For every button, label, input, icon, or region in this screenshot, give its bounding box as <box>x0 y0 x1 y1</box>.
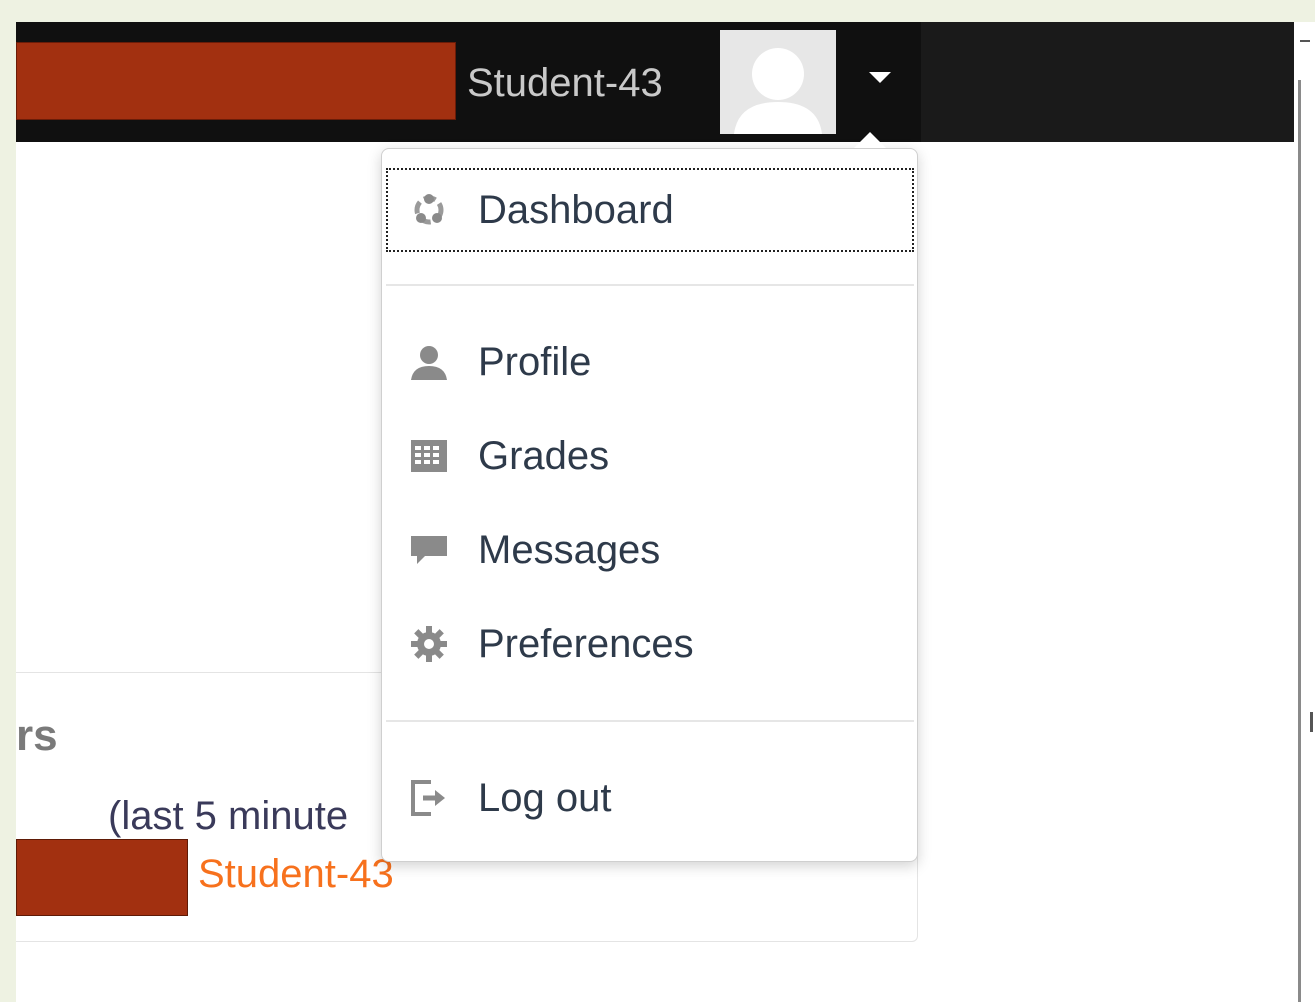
gear-icon <box>408 623 450 665</box>
menu-item-label: Preferences <box>478 621 694 666</box>
menu-divider <box>386 284 914 286</box>
avatar[interactable] <box>720 30 836 134</box>
grades-table-icon <box>408 435 450 477</box>
menu-item-messages[interactable]: Messages <box>386 508 914 592</box>
menu-divider <box>386 720 914 722</box>
message-bubble-icon <box>408 529 450 571</box>
right-edge-panel <box>1294 22 1315 1002</box>
caret-down-icon <box>869 72 891 83</box>
scroll-track[interactable] <box>1298 80 1301 1002</box>
dashboard-icon <box>408 189 450 231</box>
default-avatar-icon <box>734 48 822 134</box>
user-icon <box>408 341 450 383</box>
menu-pointer-arrow <box>854 132 886 148</box>
menu-item-label: Dashboard <box>478 187 674 232</box>
redacted-avatar <box>16 839 188 916</box>
block-title: rs <box>16 711 58 760</box>
last-minutes-note: (last 5 minute <box>108 794 349 838</box>
menu-item-preferences[interactable]: Preferences <box>386 602 914 686</box>
menu-item-grades[interactable]: Grades <box>386 414 914 498</box>
menu-item-label: Profile <box>478 339 592 384</box>
logout-icon <box>408 777 450 819</box>
user-menu-toggle[interactable] <box>862 60 898 96</box>
online-user-link[interactable]: Student-43 <box>198 850 394 898</box>
menu-item-label: Log out <box>478 775 612 820</box>
menu-item-profile[interactable]: Profile <box>386 320 914 404</box>
redacted-site-name <box>16 42 456 120</box>
menu-item-label: Grades <box>478 433 610 478</box>
menu-item-label: Messages <box>478 527 661 572</box>
navbar-right-area <box>921 22 1294 142</box>
menu-item-logout[interactable]: Log out <box>386 756 914 840</box>
menu-item-dashboard[interactable]: Dashboard <box>386 168 914 252</box>
user-dropdown-menu <box>381 148 918 862</box>
navbar-username[interactable]: Student-43 <box>467 57 663 109</box>
